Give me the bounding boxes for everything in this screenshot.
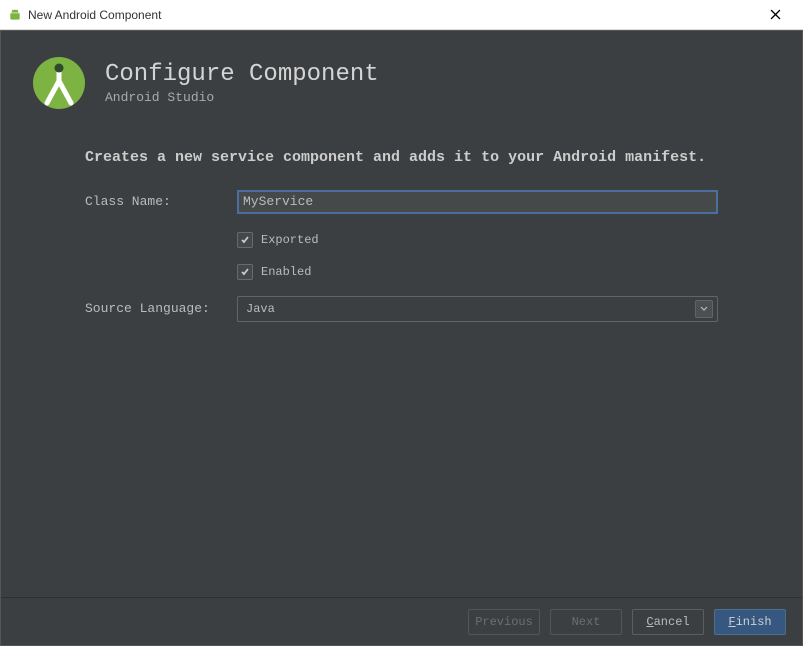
dialog-content: Configure Component Android Studio Creat… [0,30,803,646]
enabled-row: Enabled [237,264,718,280]
class-name-input[interactable]: MyService [237,190,718,214]
class-name-row: Class Name: MyService [85,190,718,214]
android-studio-logo-icon [31,55,87,111]
button-bar: Previous Next Cancel Finish [1,597,802,645]
chevron-down-icon [695,300,713,318]
finish-button[interactable]: Finish [714,609,786,635]
android-icon [8,8,22,22]
source-language-row: Source Language: Java [85,296,718,322]
exported-label: Exported [261,233,319,247]
exported-row: Exported [237,232,718,248]
close-button[interactable] [755,1,795,29]
form: Class Name: MyService Exported Enabled S… [1,190,802,322]
next-button: Next [550,609,622,635]
class-name-label: Class Name: [85,194,237,209]
description-text: Creates a new service component and adds… [1,121,802,190]
enabled-label: Enabled [261,265,311,279]
source-language-value: Java [246,302,275,316]
cancel-button[interactable]: Cancel [632,609,704,635]
dialog-title: Configure Component [105,61,379,88]
enabled-checkbox[interactable] [237,264,253,280]
window-title: New Android Component [28,8,161,22]
header: Configure Component Android Studio [1,31,802,121]
titlebar: New Android Component [0,0,803,30]
exported-checkbox[interactable] [237,232,253,248]
source-language-label: Source Language: [85,301,237,316]
dialog-subtitle: Android Studio [105,90,379,105]
class-name-value: MyService [243,194,313,209]
source-language-select[interactable]: Java [237,296,718,322]
previous-button: Previous [468,609,540,635]
